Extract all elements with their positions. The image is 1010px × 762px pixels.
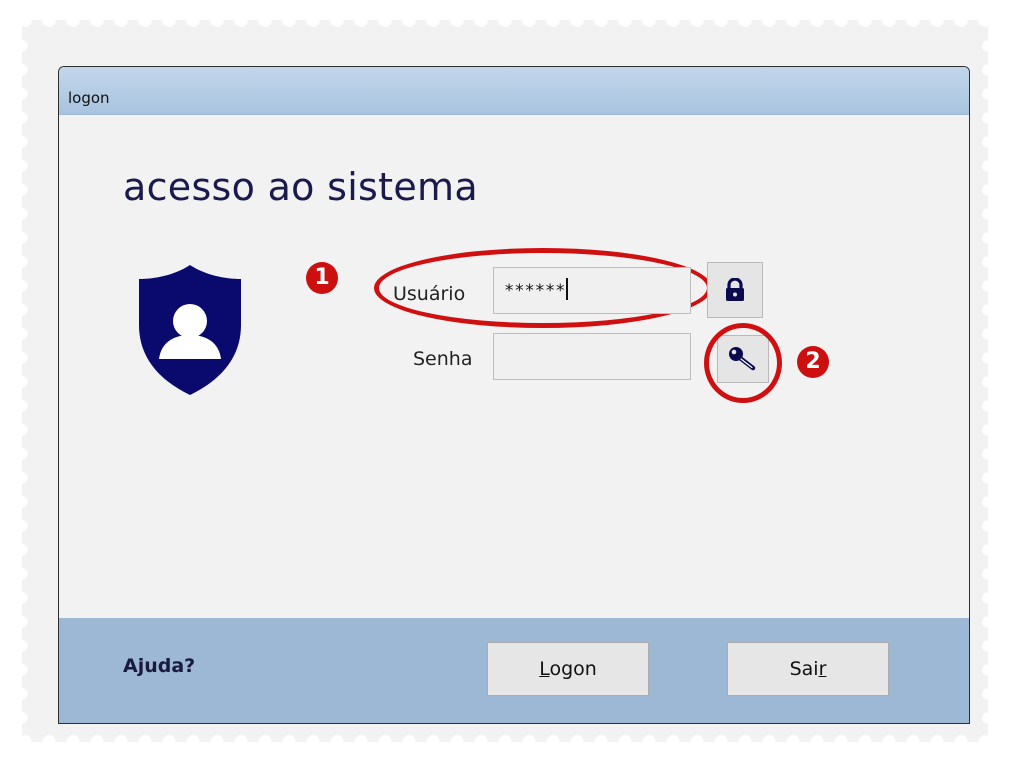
lock-icon	[726, 278, 744, 301]
logon-button-mnemonic: L	[539, 658, 550, 680]
window-title: logon	[68, 89, 110, 107]
help-link[interactable]: Ajuda?	[123, 655, 195, 677]
user-label: Usuário	[393, 283, 466, 305]
window-titlebar[interactable]: logon	[59, 67, 969, 115]
window-footer: Ajuda? Logon Sair	[59, 618, 969, 723]
password-label: Senha	[413, 348, 473, 370]
logon-button-label: ogon	[549, 658, 597, 680]
user-field-value: ******	[504, 281, 566, 301]
logon-window: logon acesso ao sistema 1 Usuário ******…	[58, 66, 970, 724]
logon-button[interactable]: Logon	[487, 642, 649, 696]
user-shield-icon	[139, 265, 241, 395]
annotation-badge-2: 2	[797, 346, 829, 378]
text-caret	[566, 278, 568, 300]
annotation-badge-1: 1	[306, 262, 338, 294]
lock-button[interactable]	[707, 262, 763, 318]
page-title: acesso ao sistema	[123, 165, 478, 209]
key-button[interactable]	[717, 335, 769, 383]
key-icon	[729, 347, 756, 371]
exit-button-label: Sai	[789, 658, 819, 680]
password-field[interactable]	[493, 333, 691, 380]
exit-button[interactable]: Sair	[727, 642, 889, 696]
exit-button-mnemonic: r	[818, 658, 827, 680]
stamp-edge-right	[978, 34, 988, 728]
stamp-edge-left	[22, 34, 32, 728]
user-field[interactable]: ******	[493, 267, 691, 314]
